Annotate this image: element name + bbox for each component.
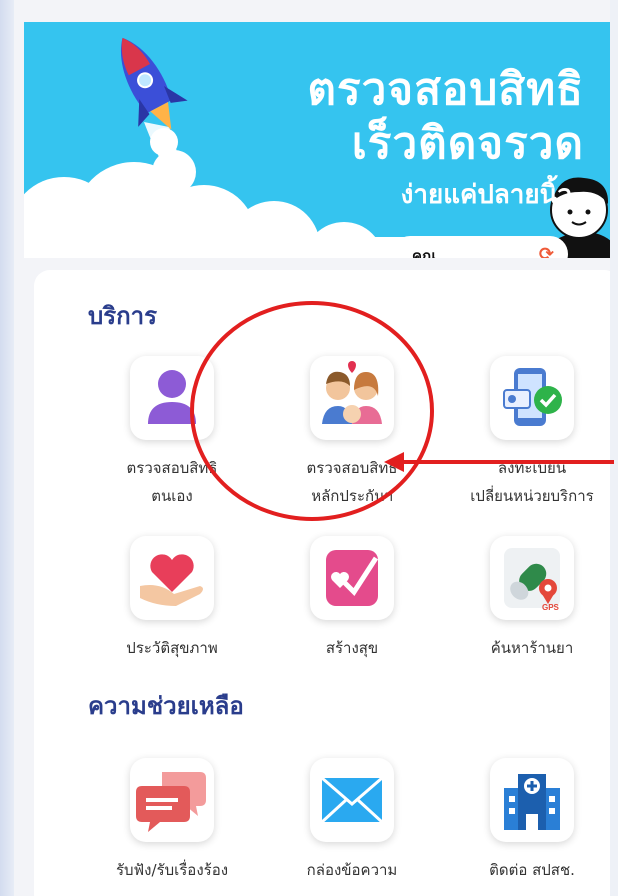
banner-subtitle: ง่ายแค่ปลายนิ้ว bbox=[400, 180, 572, 210]
chat-bubbles-icon bbox=[130, 758, 214, 842]
service-find-pharmacy[interactable]: GPS ค้นหาร้านยา bbox=[442, 536, 610, 662]
service-label: ประวัติสุขภาพ bbox=[126, 639, 218, 657]
refresh-icon[interactable]: ⟳ bbox=[539, 244, 554, 258]
service-create-happiness[interactable]: สร้างสุข bbox=[262, 536, 442, 662]
service-label: ตรวจสอบสิทธิ หลักประกันฯ bbox=[306, 459, 398, 505]
services-card: บริการ ตรวจสอบสิทธิ ตนเอง ตรวจสอบสิทธิ ห… bbox=[34, 270, 610, 896]
service-health-history[interactable]: ประวัติสุขภาพ bbox=[82, 536, 262, 662]
services-title: บริการ bbox=[88, 302, 158, 330]
help-label: รับฟัง/รับเรื่องร้อง bbox=[115, 861, 229, 879]
hospital-icon bbox=[490, 758, 574, 842]
family-icon bbox=[310, 356, 394, 440]
hero-banner[interactable]: ตรวจสอบสิทธิ เร็วติดจรวด ง่ายแค่ปลายนิ้ว… bbox=[24, 22, 610, 258]
heart-hand-icon bbox=[130, 536, 214, 620]
help-label: กล่องข้อความ bbox=[306, 861, 398, 879]
svg-text:GPS: GPS bbox=[542, 603, 560, 612]
service-check-family-rights[interactable]: ตรวจสอบสิทธิ หลักประกันฯ bbox=[262, 356, 442, 510]
envelope-icon bbox=[310, 758, 394, 842]
banner-pill-text: คุณ... bbox=[412, 247, 454, 258]
service-check-own-rights[interactable]: ตรวจสอบสิทธิ ตนเอง bbox=[82, 356, 262, 510]
help-complaint[interactable]: รับฟัง/รับเรื่องร้อง bbox=[82, 758, 262, 884]
phone-id-check-icon bbox=[490, 356, 574, 440]
app-screen: ตรวจสอบสิทธิ เร็วติดจรวด ง่ายแค่ปลายนิ้ว… bbox=[14, 0, 610, 896]
service-label: ตรวจสอบสิทธิ ตนเอง bbox=[126, 459, 218, 505]
help-contact-nhso[interactable]: ติดต่อ สปสช. bbox=[442, 758, 610, 884]
banner-user-pill[interactable]: คุณ... ⟳ bbox=[392, 236, 568, 258]
person-icon bbox=[130, 356, 214, 440]
pill-gps-icon: GPS bbox=[490, 536, 574, 620]
service-label: ลงทะเบียน เปลี่ยนหน่วยบริการ bbox=[470, 459, 594, 505]
help-label: ติดต่อ สปสช. bbox=[489, 861, 575, 879]
service-register-change-unit[interactable]: ลงทะเบียน เปลี่ยนหน่วยบริการ bbox=[442, 356, 610, 510]
help-title: ความช่วยเหลือ bbox=[88, 692, 244, 720]
help-message-box[interactable]: กล่องข้อความ bbox=[262, 758, 442, 884]
heart-check-icon bbox=[310, 536, 394, 620]
banner-title-line2: เร็วติดจรวด bbox=[351, 118, 584, 169]
service-label: ค้นหาร้านยา bbox=[490, 639, 574, 657]
service-label: สร้างสุข bbox=[325, 639, 379, 657]
